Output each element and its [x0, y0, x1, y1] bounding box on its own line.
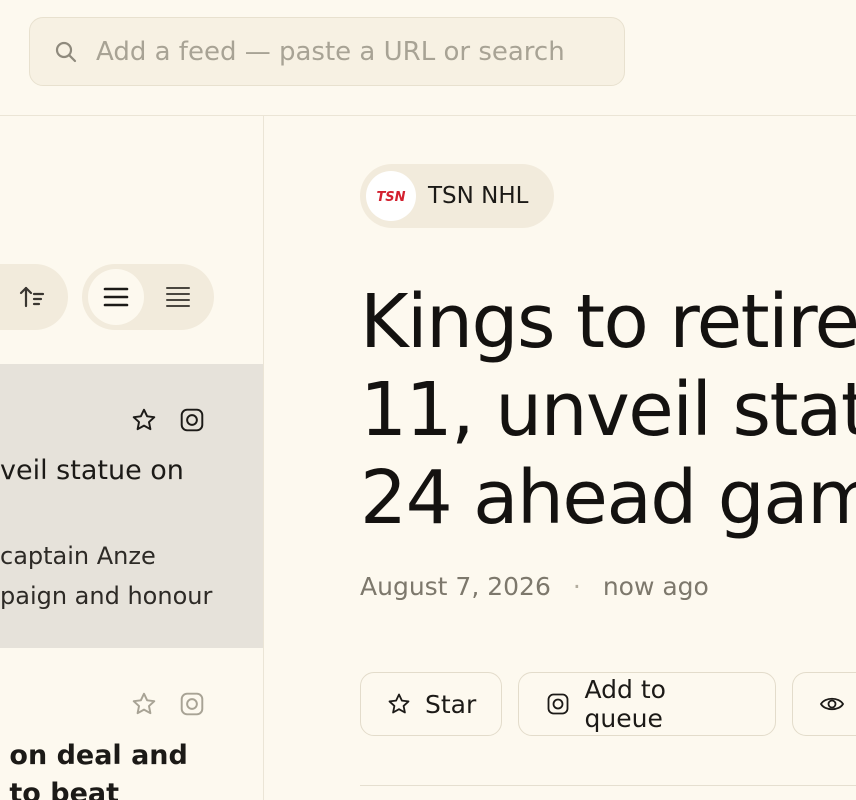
queue-icon[interactable]: [178, 690, 206, 718]
add-feed-search[interactable]: [29, 17, 625, 86]
add-to-queue-button[interactable]: Add to queue: [518, 672, 776, 736]
queue-icon[interactable]: [178, 406, 206, 434]
svg-text:TSN: TSN: [376, 190, 405, 204]
queue-icon: [545, 691, 571, 717]
sort-control-group: [0, 264, 68, 330]
star-button[interactable]: Star: [360, 672, 502, 736]
meta-separator: ·: [572, 572, 581, 601]
star-icon[interactable]: [130, 406, 158, 434]
add-to-queue-label: Add to queue: [584, 675, 666, 733]
source-chip[interactable]: TSN TSN NHL: [360, 164, 555, 228]
content-divider: [360, 785, 856, 786]
eye-icon: [819, 691, 845, 717]
list-item-title[interactable]: to beat: [0, 772, 119, 800]
comfortable-view-button[interactable]: [88, 269, 144, 325]
star-icon[interactable]: [130, 690, 158, 718]
article-headline: Kings to retire 11, unveil stat 24 ahead…: [360, 278, 856, 542]
search-icon: [54, 40, 78, 64]
source-name: TSN NHL: [428, 183, 529, 209]
mark-read-button[interactable]: [792, 672, 856, 736]
tsn-logo: TSN: [366, 171, 416, 221]
list-compact-icon: [166, 287, 190, 307]
compact-view-button[interactable]: [150, 269, 206, 325]
sort-ascending-icon: [19, 286, 45, 308]
star-icon: [387, 691, 411, 717]
headline-line: 24 ahead gam: [360, 455, 856, 541]
list-comfortable-icon: [103, 287, 129, 307]
publish-date: August 7, 2026: [360, 572, 551, 601]
headline-line: 11, unveil stat: [360, 367, 856, 453]
list-item-snippet-line: captain Anze: [0, 542, 156, 570]
density-toggle-group: [82, 264, 214, 330]
article-meta: August 7, 2026 · now ago: [360, 572, 709, 601]
star-button-label: Star: [425, 689, 477, 719]
headline-line: Kings to retire: [360, 279, 856, 365]
list-item-title: veil statue on: [0, 455, 184, 486]
sort-order-button[interactable]: [10, 269, 54, 325]
relative-time: now ago: [602, 572, 709, 601]
list-item-snippet-line: paign and honour: [0, 582, 213, 610]
list-item-selected[interactable]: veil statue on captain Anze paign and ho…: [0, 364, 263, 648]
search-input[interactable]: [96, 36, 616, 67]
article-list-pane: veil statue on captain Anze paign and ho…: [0, 116, 264, 800]
